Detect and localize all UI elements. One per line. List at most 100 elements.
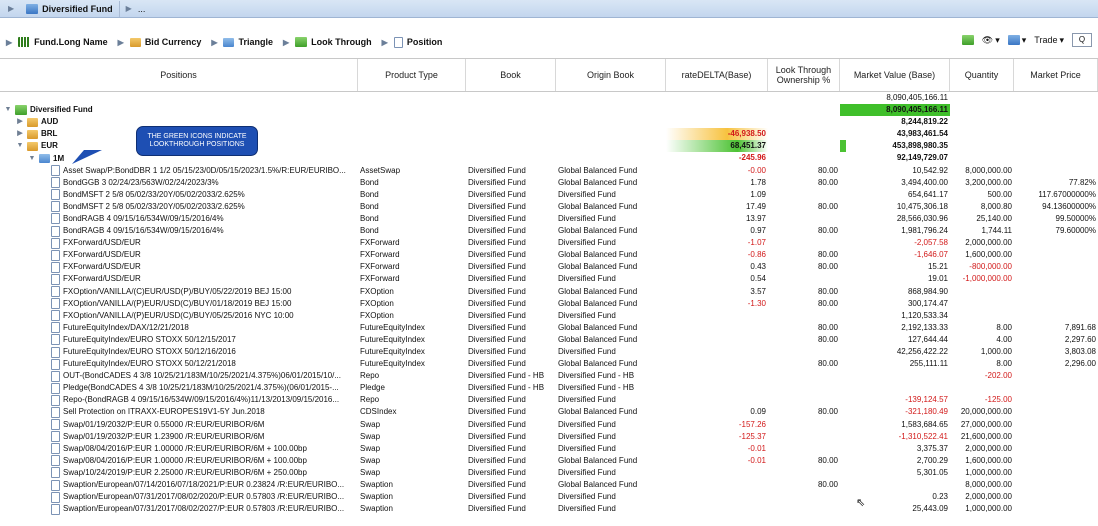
lookthrough-fund-icon [15,105,27,116]
tab-diversified-fund[interactable]: Diversified Fund [20,0,120,17]
table-row[interactable]: Swap/01/19/2032/P:EUR 0.55000 /R:EUR/EUR… [0,419,1098,431]
table-row[interactable]: BondMSFT 2 5/8 05/02/33/20Y/05/02/2033/2… [0,201,1098,213]
market-value-cell: 2,192,133.33 [901,322,948,332]
col-look-through[interactable]: Look Through Ownership % [768,59,840,91]
book-cell: Diversified Fund [468,274,526,284]
crumb-triangle[interactable]: ▶ Triangle [211,37,273,47]
origin-book-cell: Global Balanced Fund [558,201,638,211]
position-doc-icon [51,491,60,503]
position-name: BondMSFT 2 5/8 05/02/33/20Y/05/02/2033/2… [63,201,245,211]
tab-more[interactable]: ... [138,4,146,14]
table-row[interactable]: Sell Protection on ITRAXX-EUROPES19V1-5Y… [0,406,1098,418]
layout-button[interactable]: ▾ [1007,35,1026,46]
book-cell: Diversified Fund [468,419,526,429]
table-row[interactable]: FutureEquityIndex/EURO STOXX 50/12/16/20… [0,346,1098,358]
crumb-bid-currency[interactable]: ▶ Bid Currency [118,37,202,47]
table-row[interactable]: Swap/10/24/2019/P:EUR 2.25000 /R:EUR/EUR… [0,467,1098,479]
table-row[interactable]: BondMSFT 2 5/8 05/02/33/20Y/05/02/2033/2… [0,189,1098,201]
table-row[interactable]: FXForward/USD/EUR FXForward Diversified Fu… [0,273,1098,285]
crumb-label: Fund.Long Name [34,37,108,47]
origin-book-cell: Diversified Fund [558,189,616,199]
table-row[interactable]: Swap/01/19/2032/P:EUR 1.23900 /R:EUR/EUR… [0,431,1098,443]
quantity-cell: 8,000.80 [980,201,1012,211]
group-row[interactable]: ▼ Diversified Fund 8,090,405,166.11 [0,104,1098,117]
col-market-price[interactable]: Market Price [1014,59,1098,91]
look-through-cell: 80.00 [817,250,838,260]
position-name: Diversified Fund [30,105,93,115]
crumb-position[interactable]: ▶ Position [382,36,442,48]
origin-book-cell: Global Balanced Fund [558,455,638,465]
rate-delta-cell: 3.57 [750,286,766,296]
grid-icon[interactable] [961,35,974,45]
trade-button[interactable]: Trade ▾ [1034,35,1064,46]
table-row[interactable]: FXOption/VANILLA/(C)EUR/USD(P)/BUY/05/22… [0,286,1098,298]
table-row[interactable]: Repo-(BondRAGB 4 09/15/16/534W/09/15/201… [0,394,1098,406]
col-market-value[interactable]: Market Value (Base) [840,59,950,91]
position-doc-icon [51,189,60,201]
position-cell: BondMSFT 2 5/8 05/02/33/20Y/05/02/2033/2… [0,189,358,201]
look-through-cell [768,431,840,443]
table-row[interactable]: Swap/08/04/2016/P:EUR 1.00000 /R:EUR/EUR… [0,443,1098,455]
crumb-look-through[interactable]: ▶ Look Through [283,37,372,47]
product-type-cell: Swap [360,431,381,441]
table-row[interactable]: BondGGB 3 02/24/23/563W/02/24/2023/3% Bon… [0,177,1098,189]
table-row[interactable]: Pledge(BondCADES 4 3/8 10/25/21/183M/10/… [0,382,1098,394]
col-rate-delta[interactable]: rateDELTA(Base) [666,59,768,91]
view-button[interactable]: 👁 ▾ [982,35,1000,46]
table-row[interactable]: FXForward/USD/EUR FXForward Diversified Fu… [0,249,1098,261]
expand-toggle-icon[interactable]: ▶ [16,128,24,140]
position-doc-icon [51,479,60,491]
look-through-cell: 80.00 [817,165,838,175]
market-value-cell: 1,583,684.65 [901,419,948,429]
col-quantity[interactable]: Quantity [950,59,1014,91]
crumb-fund-long-name[interactable]: ▶ Fund.Long Name [6,37,108,47]
market-value-cell: 453,898,980.35 [840,140,950,153]
table-row[interactable]: OUT-(BondCADES 4 3/8 10/25/21/183M/10/25… [0,370,1098,382]
book-cell: Diversified Fund [468,359,526,369]
book-cell: Diversified Fund [468,262,526,272]
rate-delta-cell [666,334,768,346]
position-name: FutureEquityIndex/EURO STOXX 50/12/15/20… [63,334,236,344]
quantity-cell [950,140,1014,152]
position-name: FXForward/USD/EUR [63,262,141,272]
table-row[interactable]: FutureEquityIndex/EURO STOXX 50/12/21/20… [0,358,1098,370]
table-row[interactable]: FXForward/USD/EUR FXForward Diversified Fu… [0,261,1098,273]
layout-icon [1007,35,1020,45]
table-row[interactable]: Asset Swap/P:BondDBR 1 1/2 05/15/23/0D/0… [0,165,1098,177]
book-cell [466,140,556,152]
col-book[interactable]: Book [466,59,556,91]
table-row[interactable]: Swaption/European/07/31/2017/08/02/2020/… [0,491,1098,503]
table-row[interactable]: FutureEquityIndex/EURO STOXX 50/12/15/20… [0,334,1098,346]
col-positions[interactable]: Positions [0,59,358,91]
collapse-toggle-icon[interactable]: ▼ [16,140,24,152]
quantity-cell [950,310,1014,322]
expand-toggle-icon[interactable]: ▶ [16,116,24,128]
quantity-cell [950,152,1014,164]
position-name: FXForward/USD/EUR [63,274,141,284]
grid-header: Positions Product Type Book Origin Book … [0,58,1098,92]
table-row[interactable]: Swap/08/04/2016/P:EUR 1.00000 /R:EUR/EUR… [0,455,1098,467]
col-origin-book[interactable]: Origin Book [556,59,666,91]
book-cell: Diversified Fund [468,455,526,465]
product-type-cell: FXOption [360,298,394,308]
table-row[interactable]: FXOption/VANILLA/(P)EUR/USD(C)/BUY/05/25… [0,310,1098,322]
position-cell: Swap/01/19/2032/P:EUR 0.55000 /R:EUR/EUR… [0,419,358,431]
rate-delta-cell [666,322,768,334]
position-name: BondRAGB 4 09/15/16/534W/09/15/2016/4% [63,226,224,236]
table-row[interactable]: BondRAGB 4 09/15/16/534W/09/15/2016/4% Bo… [0,213,1098,225]
market-price-cell: 2,297.60 [1064,334,1096,344]
rate-delta-cell [666,346,768,358]
origin-book-cell: Diversified Fund [558,443,616,453]
table-row[interactable]: BondRAGB 4 09/15/16/534W/09/15/2016/4% Bo… [0,225,1098,237]
table-row[interactable]: Swaption/European/07/31/2017/08/02/2027/… [0,503,1098,515]
collapse-toggle-icon[interactable]: ▼ [4,104,12,116]
search-input[interactable]: Q [1072,33,1092,47]
collapse-toggle-icon[interactable]: ▼ [28,153,36,165]
table-row[interactable]: FutureEquityIndex/DAX/12/21/2018 FutureEq… [0,322,1098,334]
look-through-cell: 80.00 [817,359,838,369]
origin-book-cell [556,104,666,116]
table-row[interactable]: FXForward/USD/EUR FXForward Diversified Fu… [0,237,1098,249]
table-row[interactable]: Swaption/European/07/14/2016/07/18/2021/… [0,479,1098,491]
col-product-type[interactable]: Product Type [358,59,466,91]
table-row[interactable]: FXOption/VANILLA/(P)EUR/USD(C)/BUY/01/18… [0,298,1098,310]
